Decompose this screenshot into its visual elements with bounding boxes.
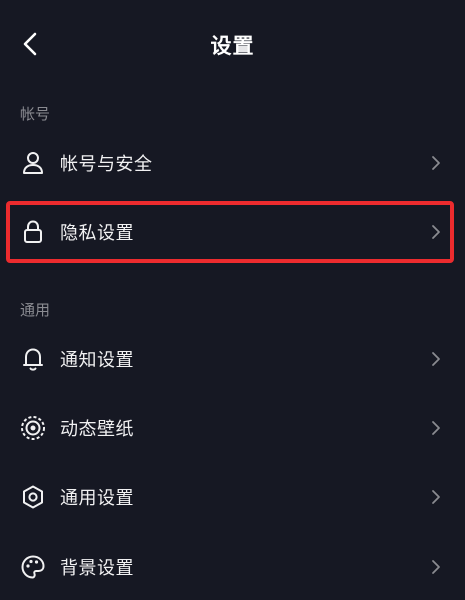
menu-item-label: 动态壁纸: [60, 419, 134, 440]
chevron-right-icon: [429, 223, 443, 241]
bell-icon: [20, 346, 46, 372]
menu-item-label: 通知设置: [60, 350, 134, 371]
palette-icon: [20, 554, 46, 580]
section-label-general: 通用: [20, 301, 51, 319]
menu-item-general-settings[interactable]: 通用设置: [0, 466, 465, 528]
user-icon: [20, 150, 46, 176]
menu-item-label: 通用设置: [60, 488, 134, 509]
menu-item-notification-settings[interactable]: 通知设置: [0, 328, 465, 390]
chevron-right-icon: [429, 350, 443, 368]
settings-screen: 设置 帐号 帐号与安全 隐私设置 通用 通知设置 动态壁纸 通用设置 背景设置: [0, 0, 465, 600]
chevron-right-icon: [429, 419, 443, 437]
header: 设置: [0, 0, 465, 88]
menu-item-label: 背景设置: [60, 558, 134, 579]
menu-item-label: 帐号与安全: [60, 154, 153, 175]
lock-icon: [20, 219, 46, 245]
chevron-right-icon: [429, 558, 443, 576]
section-label-account: 帐号: [20, 105, 51, 123]
chevron-right-icon: [429, 488, 443, 506]
menu-item-label: 隐私设置: [60, 223, 134, 244]
menu-item-account-security[interactable]: 帐号与安全: [0, 132, 465, 194]
menu-item-background-settings[interactable]: 背景设置: [0, 536, 465, 598]
menu-item-live-wallpaper[interactable]: 动态壁纸: [0, 397, 465, 459]
gear-icon: [20, 484, 46, 510]
chevron-right-icon: [429, 154, 443, 172]
menu-item-privacy-settings[interactable]: 隐私设置: [0, 201, 465, 263]
live-wallpaper-icon: [20, 415, 46, 441]
page-title: 设置: [210, 34, 255, 58]
